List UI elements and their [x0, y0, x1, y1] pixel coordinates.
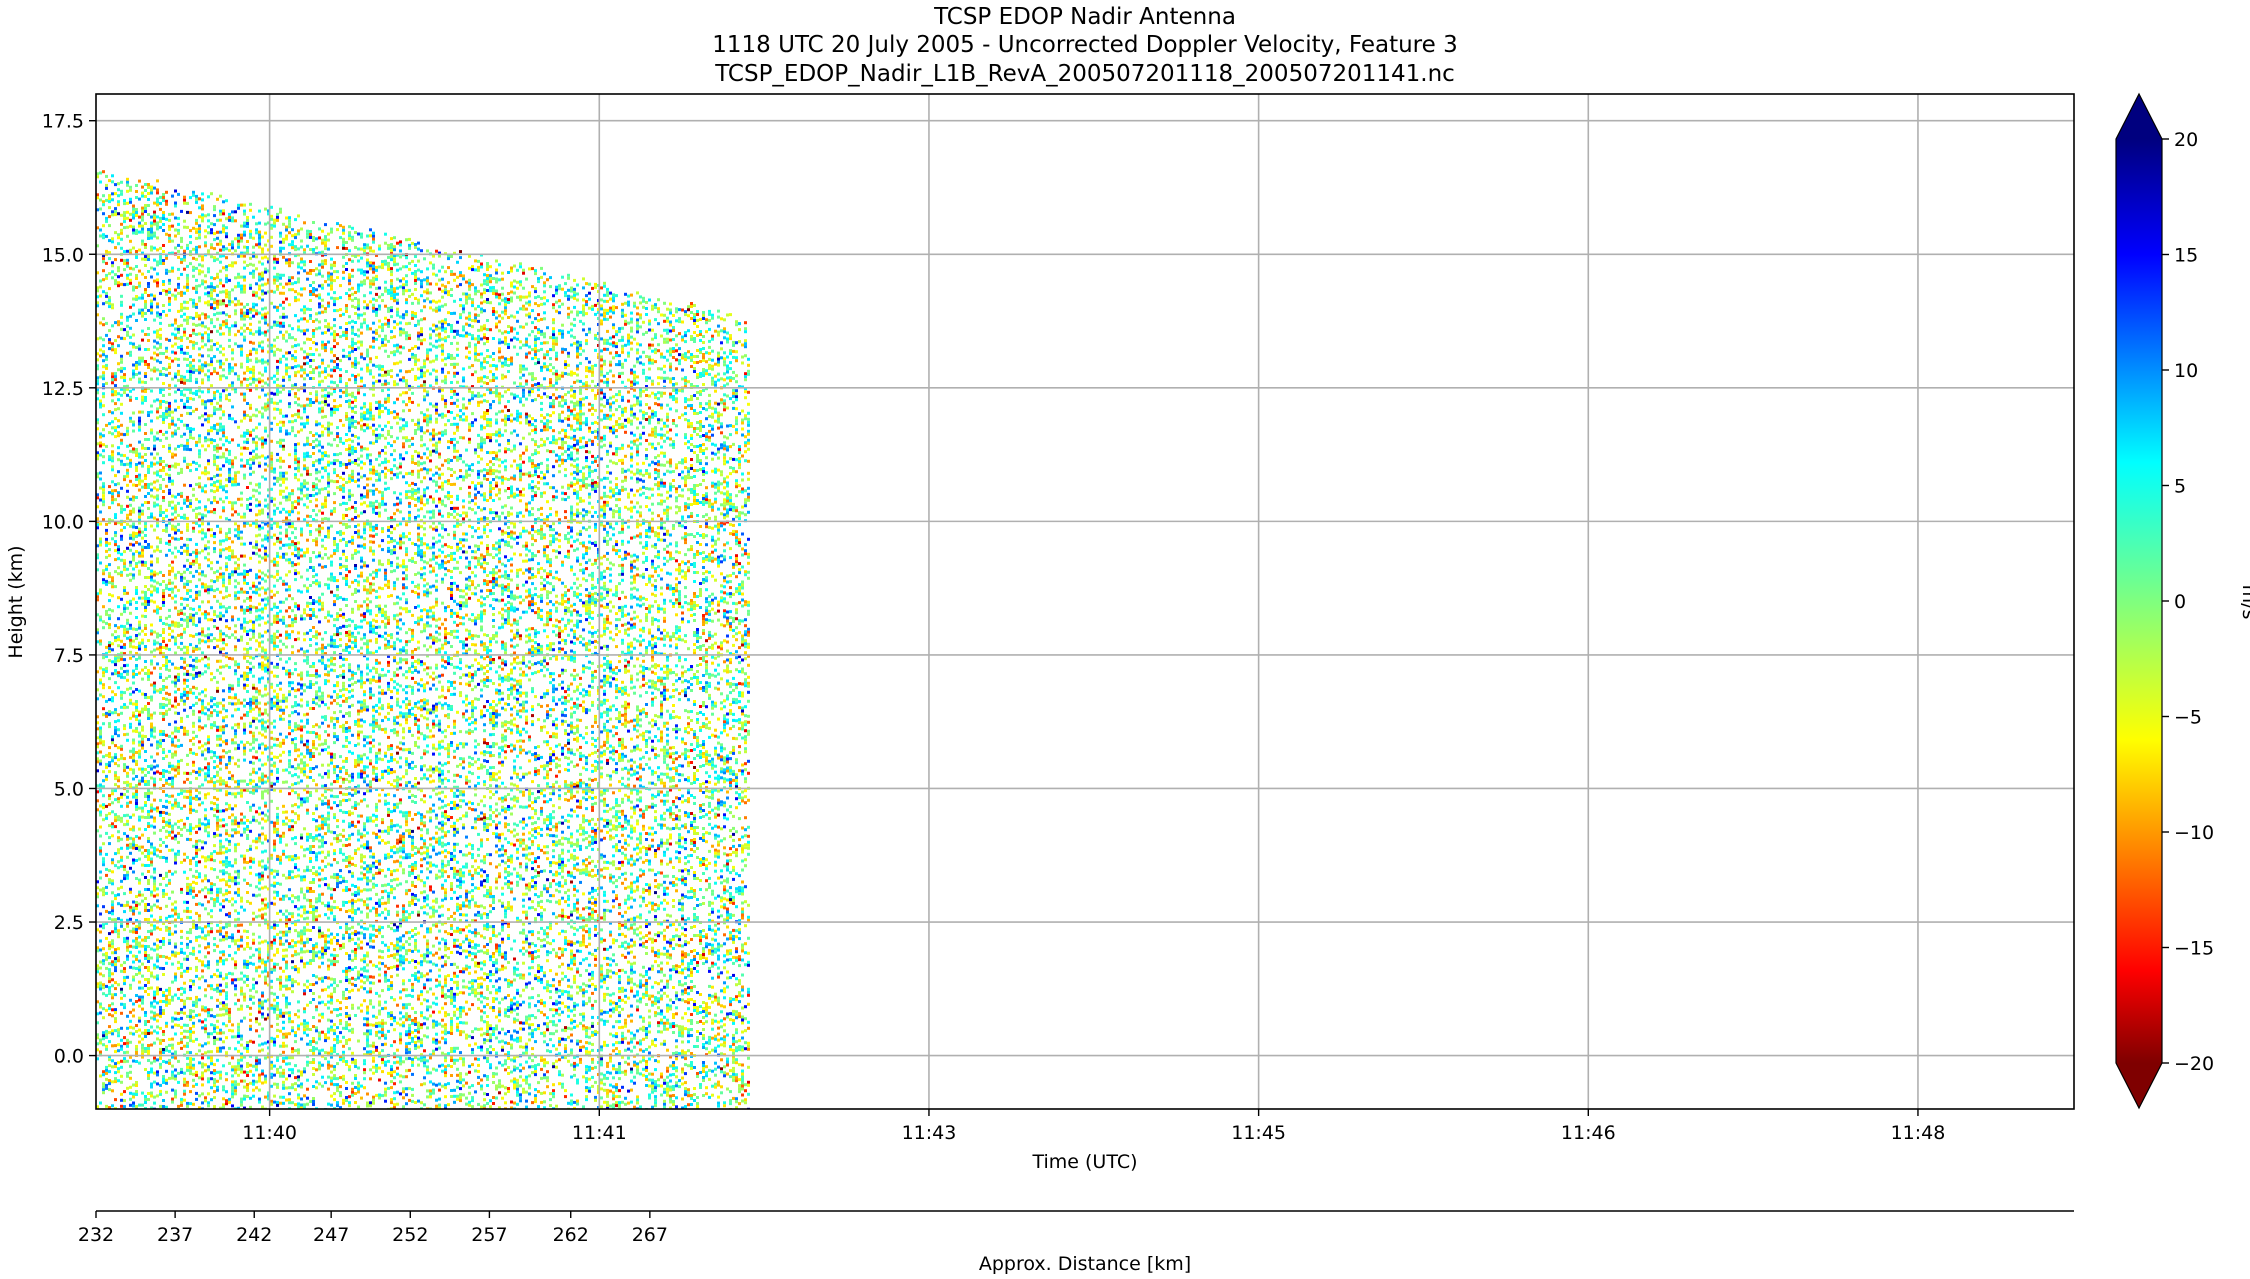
colorbar-tick-label: −15: [2174, 938, 2214, 960]
x-tick-label: 11:41: [572, 1122, 627, 1144]
y-tick-label: 7.5: [54, 645, 84, 667]
x-tick-label: 11:46: [1561, 1122, 1616, 1144]
colorbar-tick-label: −5: [2174, 707, 2202, 729]
colorbar-gradient: [2116, 139, 2162, 1063]
distance-tick-label: 247: [313, 1224, 349, 1246]
colorbar: −20 −15 −10 −5 0 5 10 15 20 m/s: [2116, 94, 2250, 1108]
colorbar-tick-label: 10: [2174, 360, 2198, 382]
distance-tick-label: 257: [471, 1224, 507, 1246]
distance-tick-label: 252: [392, 1224, 428, 1246]
colorbar-tick-label: −10: [2174, 822, 2214, 844]
x-tick-label: 11:45: [1231, 1122, 1286, 1144]
y-tick-label: 15.0: [42, 244, 84, 266]
x-axis-ticks: 11:40 11:41 11:43 11:45 11:46 11:48: [242, 1109, 1945, 1144]
y-axis-ticks: 0.0 2.5 5.0 7.5 10.0 12.5 15.0 17.5: [42, 111, 96, 1068]
colorbar-tick-label: 5: [2174, 476, 2186, 498]
y-tick-label: 12.5: [42, 378, 84, 400]
colorbar-extend-max: [2116, 94, 2162, 139]
distance-axis-ticks: 232 237 242 247 252 257 262 267: [78, 1211, 668, 1246]
colorbar-extend-min: [2116, 1063, 2162, 1108]
distance-axis-label: Approx. Distance [km]: [979, 1253, 1191, 1275]
chart-title-line-3: TCSP_EDOP_Nadir_L1B_RevA_200507201118_20…: [714, 61, 1455, 87]
y-tick-label: 17.5: [42, 111, 84, 133]
distance-tick-label: 237: [157, 1224, 193, 1246]
distance-tick-label: 267: [632, 1224, 668, 1246]
velocity-data-layer: [96, 170, 750, 1112]
y-tick-label: 5.0: [54, 778, 84, 800]
chart-title-line-2: 1118 UTC 20 July 2005 - Uncorrected Dopp…: [712, 32, 1457, 58]
colorbar-tick-label: 20: [2174, 129, 2198, 151]
x-tick-label: 11:43: [902, 1122, 957, 1144]
x-tick-label: 11:48: [1891, 1122, 1946, 1144]
colorbar-label: m/s: [2238, 585, 2250, 620]
y-tick-label: 2.5: [54, 912, 84, 934]
chart-title-line-1: TCSP EDOP Nadir Antenna: [933, 4, 1236, 30]
colorbar-tick-label: 0: [2174, 591, 2186, 613]
x-tick-label: 11:40: [242, 1122, 297, 1144]
chart-figure: TCSP EDOP Nadir Antenna 1118 UTC 20 July…: [0, 0, 2250, 1275]
y-tick-label: 0.0: [54, 1046, 84, 1068]
colorbar-tick-label: 15: [2174, 245, 2198, 267]
chart-svg: TCSP EDOP Nadir Antenna 1118 UTC 20 July…: [0, 0, 2250, 1275]
colorbar-tick-label: −20: [2174, 1053, 2214, 1075]
distance-tick-label: 232: [78, 1224, 114, 1246]
colorbar-ticks: −20 −15 −10 −5 0 5 10 15 20: [2162, 129, 2214, 1075]
distance-tick-label: 242: [236, 1224, 272, 1246]
x-axis-label: Time (UTC): [1031, 1151, 1137, 1173]
y-axis-label: Height (km): [5, 545, 27, 658]
y-tick-label: 10.0: [42, 511, 84, 533]
distance-tick-label: 262: [553, 1224, 589, 1246]
